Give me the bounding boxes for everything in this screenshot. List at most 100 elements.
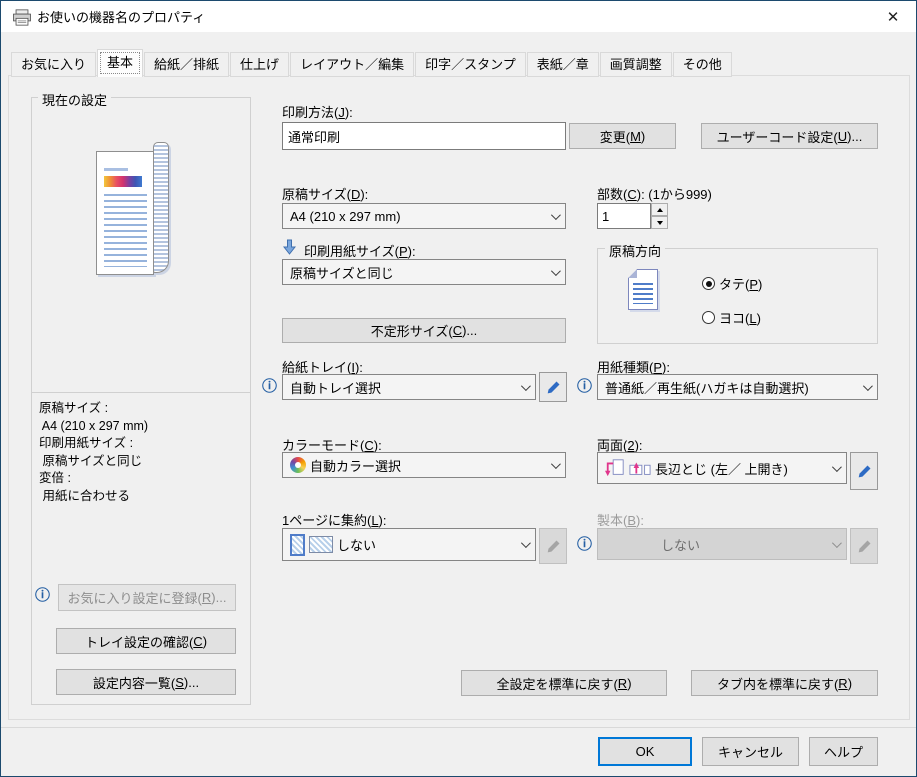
preview-page-stack: [153, 142, 169, 273]
copies-input[interactable]: [597, 203, 651, 229]
original-size-select[interactable]: A4 (210 x 297 mm): [282, 203, 566, 229]
ok-button[interactable]: OK: [598, 737, 692, 766]
combine-edit-button: [539, 528, 567, 564]
spinner-down-button[interactable]: [651, 216, 668, 229]
booklet-select: しない: [597, 528, 847, 560]
original-size-value: A4 (210 x 297 mm): [290, 208, 401, 224]
tab-image-quality[interactable]: 画質調整: [599, 52, 672, 77]
tab-cover-chapter[interactable]: 表紙／章: [526, 52, 599, 77]
settings-summary: 原稿サイズ : A4 (210 x 297 mm) 印刷用紙サイズ : 原稿サイ…: [39, 400, 148, 505]
preview-title-line: [104, 168, 128, 171]
tab-layout-edit[interactable]: レイアウト／編集: [290, 52, 415, 77]
print-paper-size-select[interactable]: 原稿サイズと同じ: [282, 259, 566, 285]
close-icon[interactable]: ✕: [870, 1, 916, 32]
print-paper-size-value: 原稿サイズと同じ: [290, 265, 394, 281]
tab-finishing[interactable]: 仕上げ: [230, 52, 290, 77]
summary-paper-size-label: 印刷用紙サイズ :: [39, 436, 134, 450]
chevron-down-icon: [520, 380, 531, 391]
booklet-edit-button: [850, 528, 878, 564]
input-tray-edit-button[interactable]: [539, 372, 567, 402]
custom-size-button[interactable]: 不定形サイズ(C)...: [282, 318, 566, 343]
paper-type-value: 普通紙／再生紙(ハガキは自動選択): [605, 380, 809, 396]
duplex-flip-icon: [605, 458, 625, 478]
duplex-select[interactable]: 長辺とじ (左／ 上開き): [597, 452, 847, 484]
print-method-input[interactable]: [282, 122, 566, 150]
chevron-down-icon: [550, 458, 561, 469]
info-icon: ⓘ: [577, 536, 593, 553]
tab-paper-input-output[interactable]: 給紙／排紙: [144, 52, 230, 77]
pencil-icon: [546, 380, 561, 395]
tab-basic[interactable]: 基本: [97, 49, 144, 77]
color-wheel-icon: [290, 457, 306, 473]
chevron-down-icon: [862, 380, 873, 391]
change-button[interactable]: 変更(M): [569, 123, 676, 149]
window-title: お使いの機器名のプロパティ: [37, 10, 206, 25]
down-arrow-icon: [656, 220, 663, 225]
footer-separator: [1, 727, 916, 728]
portrait-label: タテ(P): [719, 277, 763, 292]
print-paper-size-label: 印刷用紙サイズ(P):: [304, 244, 416, 259]
help-button[interactable]: ヘルプ: [809, 737, 878, 766]
color-mode-value: 自動カラー選択: [310, 458, 402, 474]
chevron-down-icon: [520, 538, 531, 549]
spinner-up-button[interactable]: [651, 203, 668, 216]
info-icon: ⓘ: [262, 378, 278, 395]
original-size-label: 原稿サイズ(D):: [282, 187, 369, 202]
printer-icon: [11, 9, 33, 26]
arrow-down-icon: [283, 239, 296, 255]
settings-list-button[interactable]: 設定内容一覧(S)...: [56, 669, 236, 695]
duplex-value: 長辺とじ (左／ 上開き): [655, 461, 788, 477]
color-mode-select[interactable]: 自動カラー選択: [282, 452, 566, 478]
reset-tab-button[interactable]: タブ内を標準に戻す(R): [691, 670, 878, 696]
title-bar: お使いの機器名のプロパティ ✕: [1, 1, 916, 32]
chevron-down-icon: [550, 265, 561, 276]
orientation-landscape-option[interactable]: ヨコ(L): [702, 308, 761, 327]
copies-spinner: [597, 203, 669, 230]
cancel-button[interactable]: キャンセル: [702, 737, 799, 766]
chevron-down-icon: [831, 461, 842, 472]
orientation-portrait-option[interactable]: タテ(P): [702, 274, 762, 293]
booklet-value: しない: [661, 537, 701, 553]
summary-original-size-label: 原稿サイズ :: [39, 401, 109, 415]
duplex-pages-icon: [629, 458, 651, 478]
duplex-edit-button[interactable]: [850, 452, 878, 490]
pencil-icon: [857, 539, 872, 554]
tab-other[interactable]: その他: [672, 52, 732, 77]
up-arrow-icon: [656, 207, 663, 212]
pencil-icon: [546, 539, 561, 554]
page-landscape-icon: [309, 536, 333, 553]
combine-value: しない: [337, 538, 377, 553]
preview-rainbow-bar: [104, 176, 142, 187]
summary-paper-size-value: 原稿サイズと同じ: [39, 453, 143, 468]
summary-original-size-value: A4 (210 x 297 mm): [39, 418, 149, 433]
printer-properties-dialog: お使いの機器名のプロパティ ✕ お気に入り 基本 給紙／排紙 仕上げ レイアウト／編集印…: [0, 0, 917, 777]
summary-scaling-label: 変倍 :: [39, 471, 71, 485]
pencil-icon: [857, 464, 872, 479]
reset-all-button[interactable]: 全設定を標準に戻す(R): [461, 670, 667, 696]
preview-text-lines: [104, 194, 147, 267]
info-icon: ⓘ: [577, 378, 593, 395]
page-portrait-icon: [290, 533, 305, 556]
register-favorites-button: お気に入り設定に登録(R)...: [58, 584, 236, 611]
info-icon: ⓘ: [35, 587, 51, 604]
landscape-label: ヨコ(L): [719, 311, 761, 326]
tray-settings-check-button[interactable]: トレイ設定の確認(C): [56, 628, 236, 654]
portrait-page-icon: [628, 269, 658, 310]
summary-scaling-value: 用紙に合わせる: [39, 488, 130, 503]
chevron-down-icon: [550, 209, 561, 220]
tab-favorites[interactable]: お気に入り: [11, 52, 97, 77]
paper-type-select[interactable]: 普通紙／再生紙(ハガキは自動選択): [597, 374, 878, 400]
user-code-button[interactable]: ユーザーコード設定(U)...: [701, 123, 878, 149]
chevron-down-icon: [831, 537, 842, 548]
radio-portrait[interactable]: [702, 277, 715, 290]
radio-landscape[interactable]: [702, 311, 715, 324]
copies-label: 部数(C): (1から999): [597, 187, 712, 202]
input-tray-select[interactable]: 自動トレイ選択: [282, 374, 536, 400]
left-panel-divider: [32, 392, 250, 393]
combine-select[interactable]: しない: [282, 528, 536, 561]
input-tray-value: 自動トレイ選択: [290, 380, 382, 396]
combine-label: 1ページに集約(L):: [282, 513, 387, 528]
booklet-label: 製本(B):: [597, 513, 644, 528]
print-method-label: 印刷方法(J):: [282, 105, 353, 120]
tab-stamp[interactable]: 印字／スタンプ: [415, 52, 526, 77]
